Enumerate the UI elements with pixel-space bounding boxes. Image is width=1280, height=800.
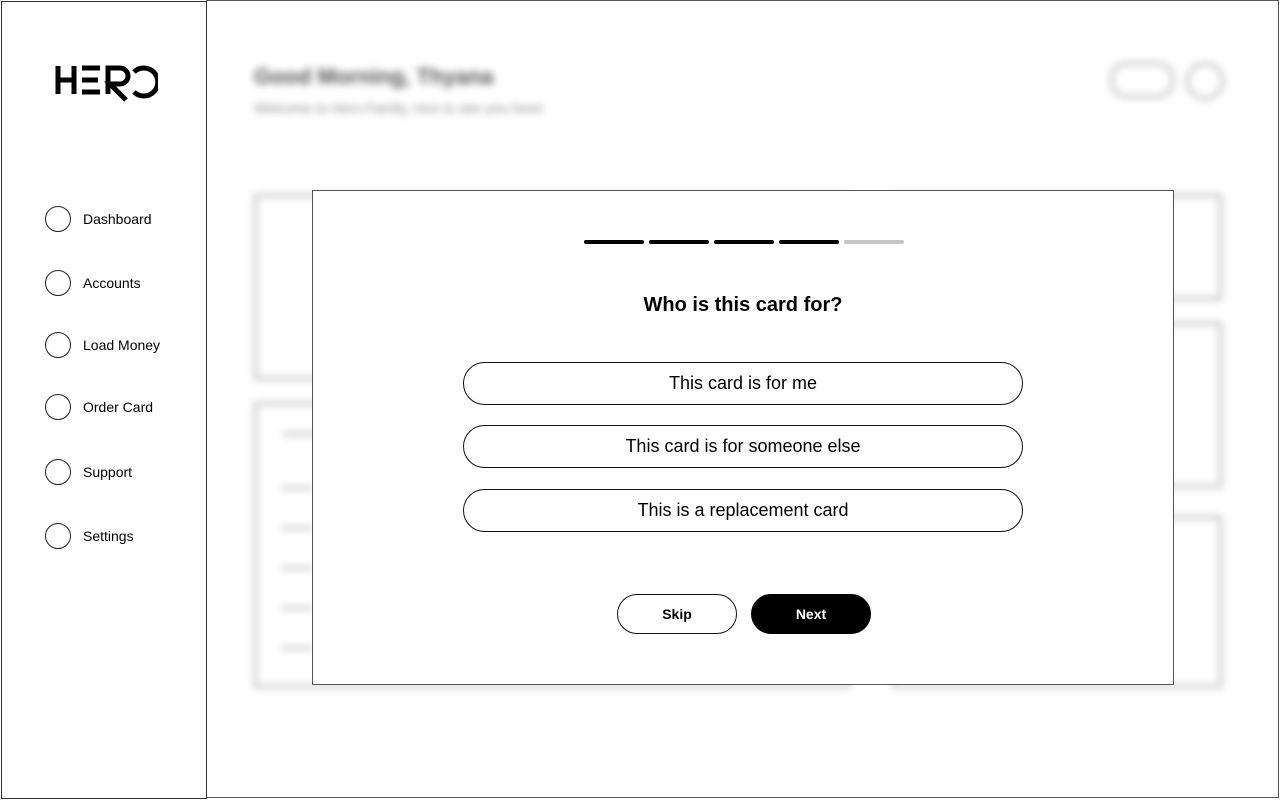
sidebar-item-accounts[interactable]: Accounts bbox=[45, 270, 141, 296]
option-for-me-button[interactable]: This card is for me bbox=[463, 362, 1023, 405]
next-button[interactable]: Next bbox=[751, 594, 871, 634]
progress-step-pending bbox=[844, 240, 904, 244]
sidebar: Dashboard Accounts Load Money Order Card… bbox=[1, 1, 207, 799]
support-icon bbox=[45, 459, 71, 485]
step-progress bbox=[584, 240, 904, 244]
sidebar-item-label: Settings bbox=[83, 528, 134, 544]
settings-icon bbox=[45, 523, 71, 549]
sidebar-item-label: Load Money bbox=[83, 337, 161, 353]
card-recipient-modal: Who is this card for? This card is for m… bbox=[312, 190, 1174, 685]
sidebar-item-label: Dashboard bbox=[83, 211, 152, 227]
sidebar-item-label: Support bbox=[83, 464, 133, 480]
sidebar-item-order-card[interactable]: Order Card bbox=[45, 394, 153, 420]
dashboard-icon bbox=[45, 206, 71, 232]
skip-button[interactable]: Skip bbox=[617, 594, 737, 634]
modal-title: Who is this card for? bbox=[643, 294, 843, 316]
order-card-icon bbox=[45, 394, 71, 420]
hero-logo bbox=[55, 65, 158, 102]
sidebar-item-label: Order Card bbox=[83, 399, 154, 415]
option-for-someone-else-button[interactable]: This card is for someone else bbox=[463, 425, 1023, 468]
progress-step-complete bbox=[714, 240, 774, 244]
accounts-icon bbox=[45, 270, 71, 296]
sidebar-item-label: Accounts bbox=[83, 275, 141, 291]
sidebar-item-support[interactable]: Support bbox=[45, 459, 132, 485]
sidebar-item-settings[interactable]: Settings bbox=[45, 523, 134, 549]
progress-step-complete bbox=[649, 240, 709, 244]
progress-step-complete bbox=[584, 240, 644, 244]
sidebar-item-load-money[interactable]: Load Money bbox=[45, 332, 160, 358]
sidebar-item-dashboard[interactable]: Dashboard bbox=[45, 206, 152, 232]
option-replacement-card-button[interactable]: This is a replacement card bbox=[463, 489, 1023, 532]
progress-step-complete bbox=[779, 240, 839, 244]
load-money-icon bbox=[45, 332, 71, 358]
